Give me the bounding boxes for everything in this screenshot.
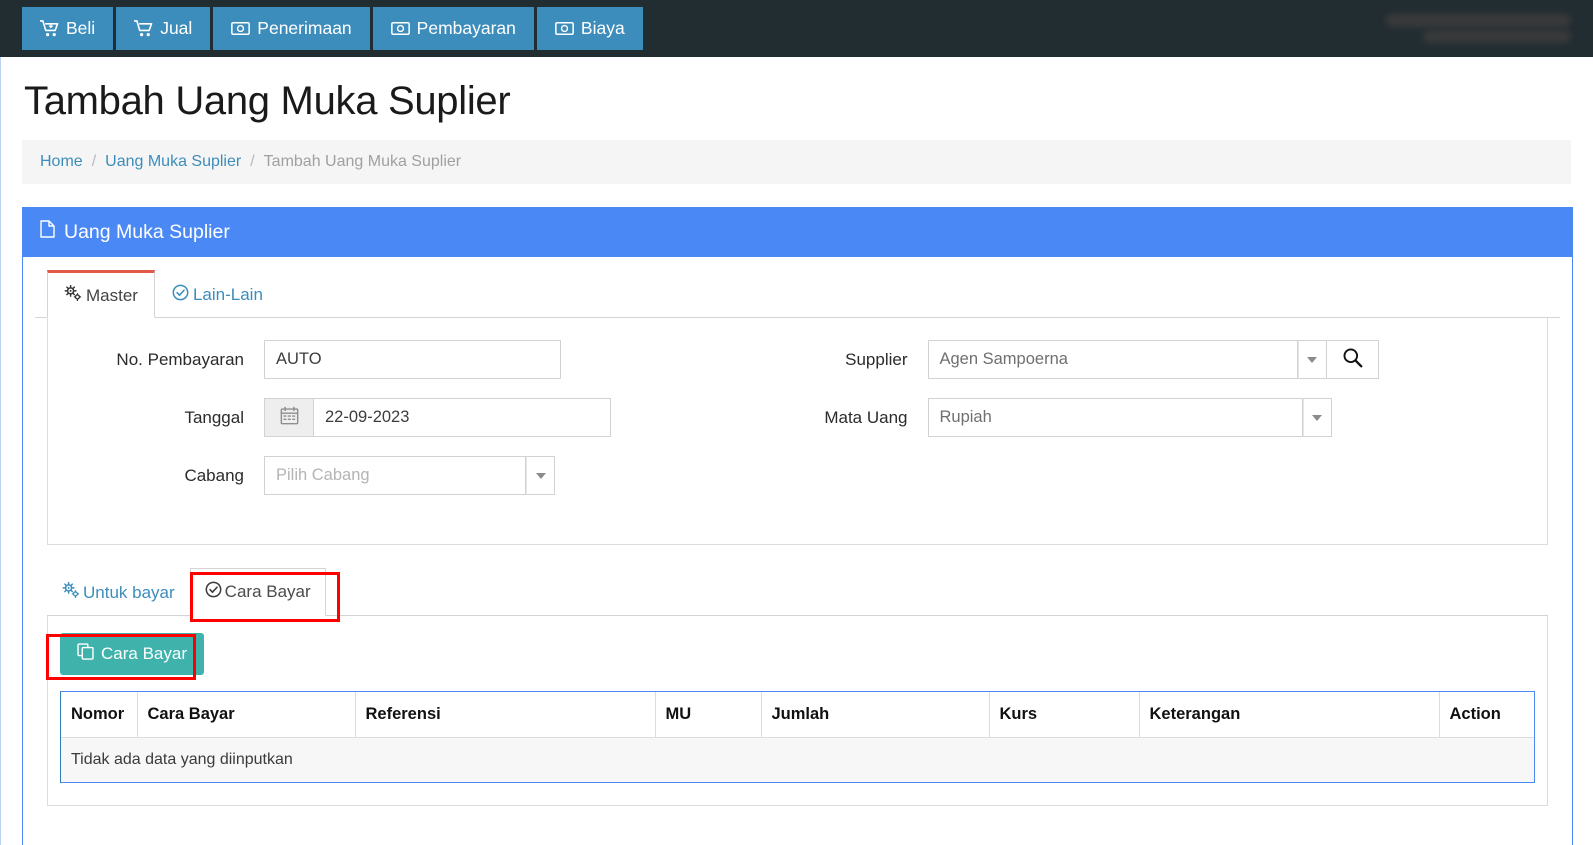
tab-lain-lain[interactable]: Lain-Lain: [155, 271, 280, 318]
form-column-left: No. Pembayaran Tanggal: [66, 340, 798, 514]
panel-body: Master Lain-Lain No. Pembayaran AUTO Tan…: [23, 257, 1572, 845]
nav-button-label: Pembayaran: [416, 17, 516, 38]
field-label: No. Pembayaran: [116, 349, 244, 369]
cara-bayar-table: Nomor Cara Bayar Referensi MU Jumlah Kur…: [61, 692, 1534, 783]
table-header-row: Nomor Cara Bayar Referensi MU Jumlah Kur…: [61, 692, 1534, 739]
nav-button-beli[interactable]: Beli: [22, 7, 114, 50]
field-control: Rupiah: [927, 398, 1332, 438]
user-info-redacted[interactable]: [1339, 6, 1571, 50]
breadcrumb-current: Tambah Uang Muka Suplier: [263, 153, 462, 170]
field-no-pembayaran: No. Pembayaran: [66, 340, 798, 380]
th-jumlah: Jumlah: [761, 692, 990, 739]
tab-label: Lain-Lain: [192, 285, 263, 305]
master-tabs: Master Lain-Lain: [35, 270, 1560, 319]
nav-button-label: Jual: [160, 17, 193, 38]
cart-arrow-down-icon: [40, 20, 59, 37]
field-cabang: Cabang Pilih Cabang: [66, 456, 798, 496]
field-supplier: Supplier Agen Sampoerna: [798, 340, 1530, 380]
calendar-icon: [280, 406, 299, 430]
tab-untuk-bayar[interactable]: Untuk bayar: [47, 569, 190, 616]
field-control: Pilih Cabang: [264, 456, 555, 496]
th-action: Action: [1439, 692, 1534, 739]
nav-button-pembayaran[interactable]: Pembayaran: [372, 7, 534, 50]
panel-bottom-spacer: [35, 806, 1560, 838]
th-keterangan: Keterangan: [1139, 692, 1440, 739]
calendar-icon-button[interactable]: [264, 398, 314, 438]
cara-bayar-pane: Cara Bayar Nomor Cara Bayar Referensi MU…: [47, 616, 1548, 807]
user-email-blurred: [1423, 29, 1571, 43]
panel-header: Uang Muka Suplier: [23, 207, 1572, 258]
app-screen: Beli Jual Penerimaan Pembayaran Biaya Ta…: [0, 0, 1593, 845]
nav-button-biaya[interactable]: Biaya: [536, 7, 643, 50]
page-left-edge: [0, 57, 1, 845]
nav-button-jual[interactable]: Jual: [116, 7, 211, 50]
chevron-down-icon[interactable]: [1297, 340, 1327, 380]
master-tab-pane: No. Pembayaran Tanggal: [47, 318, 1548, 546]
breadcrumb-parent[interactable]: Uang Muka Suplier: [105, 153, 241, 171]
tab-master[interactable]: Master: [47, 270, 155, 319]
field-label: Supplier: [845, 349, 908, 369]
tanggal-input[interactable]: [314, 398, 611, 438]
supplier-select[interactable]: Agen Sampoerna: [927, 340, 1298, 380]
copy-icon: [77, 643, 94, 665]
breadcrumb-home[interactable]: Home: [40, 153, 83, 171]
breadcrumb-separator: /: [250, 153, 255, 170]
table-body: Tidak ada data yang diinputkan: [61, 737, 1534, 783]
field-tanggal: Tanggal: [66, 398, 798, 438]
field-label: Tanggal: [184, 407, 244, 427]
nav-button-label: Penerimaan: [257, 17, 352, 38]
supplier-search-button[interactable]: [1326, 340, 1379, 380]
check-circle-icon: [172, 284, 189, 306]
field-label: Mata Uang: [824, 407, 908, 427]
page-title: Tambah Uang Muka Suplier: [24, 79, 511, 123]
field-mata-uang: Mata Uang Rupiah: [798, 398, 1530, 438]
table-empty-message: Tidak ada data yang diinputkan: [61, 737, 1534, 783]
form-grid: No. Pembayaran Tanggal: [66, 340, 1529, 514]
nav-button-label: Biaya: [580, 17, 625, 38]
cara-bayar-table-wrapper: Nomor Cara Bayar Referensi MU Jumlah Kur…: [60, 691, 1535, 784]
cabang-select[interactable]: Pilih Cabang: [264, 456, 526, 496]
search-icon: [1342, 347, 1363, 373]
no-pembayaran-input[interactable]: [264, 340, 561, 380]
money-bill-icon: [231, 21, 251, 36]
button-label: Cara Bayar: [101, 643, 187, 663]
form-column-right: Supplier Agen Sampoerna Mata Uang Rupiah: [798, 340, 1530, 514]
tab-cara-bayar[interactable]: Cara Bayar: [189, 568, 326, 617]
user-name-blurred: [1386, 13, 1571, 27]
th-referensi: Referensi: [355, 692, 656, 739]
field-control: [264, 398, 611, 438]
field-control: [264, 340, 561, 380]
field-label: Cabang: [184, 465, 244, 485]
nav-button-penerimaan[interactable]: Penerimaan: [213, 7, 370, 50]
main-panel: Uang Muka Suplier Master Lain-Lain No. P…: [22, 207, 1573, 845]
chevron-down-icon[interactable]: [526, 456, 555, 496]
shopping-cart-icon: [134, 20, 153, 37]
table-head: Nomor Cara Bayar Referensi MU Jumlah Kur…: [61, 692, 1534, 739]
panel-header-title: Uang Muka Suplier: [64, 221, 230, 243]
tab-label: Cara Bayar: [224, 582, 311, 602]
money-bill-icon: [555, 21, 574, 36]
th-nomor: Nomor: [61, 692, 138, 739]
th-kurs: Kurs: [989, 692, 1140, 739]
breadcrumb: Home / Uang Muka Suplier / Tambah Uang M…: [22, 140, 1571, 184]
th-cara-bayar: Cara Bayar: [137, 692, 356, 739]
field-control: Agen Sampoerna: [927, 340, 1379, 380]
breadcrumb-separator: /: [91, 153, 97, 170]
tab-label: Untuk bayar: [83, 582, 175, 602]
cogs-icon: [62, 582, 80, 603]
top-navbar: Beli Jual Penerimaan Pembayaran Biaya: [0, 0, 1593, 57]
table-empty-row: Tidak ada data yang diinputkan: [61, 737, 1534, 783]
tab-label: Master: [86, 285, 138, 305]
chevron-down-icon[interactable]: [1302, 398, 1332, 438]
cara-bayar-tabs: Untuk bayar Cara Bayar: [47, 568, 1548, 617]
money-bill-icon: [390, 21, 410, 36]
check-circle-icon: [205, 581, 222, 603]
nav-button-label: Beli: [66, 17, 96, 38]
cogs-icon: [64, 285, 82, 306]
cara-bayar-add-button[interactable]: Cara Bayar: [60, 633, 204, 676]
mata-uang-select[interactable]: Rupiah: [927, 398, 1303, 438]
th-mu: MU: [655, 692, 762, 739]
file-icon: [40, 220, 55, 244]
